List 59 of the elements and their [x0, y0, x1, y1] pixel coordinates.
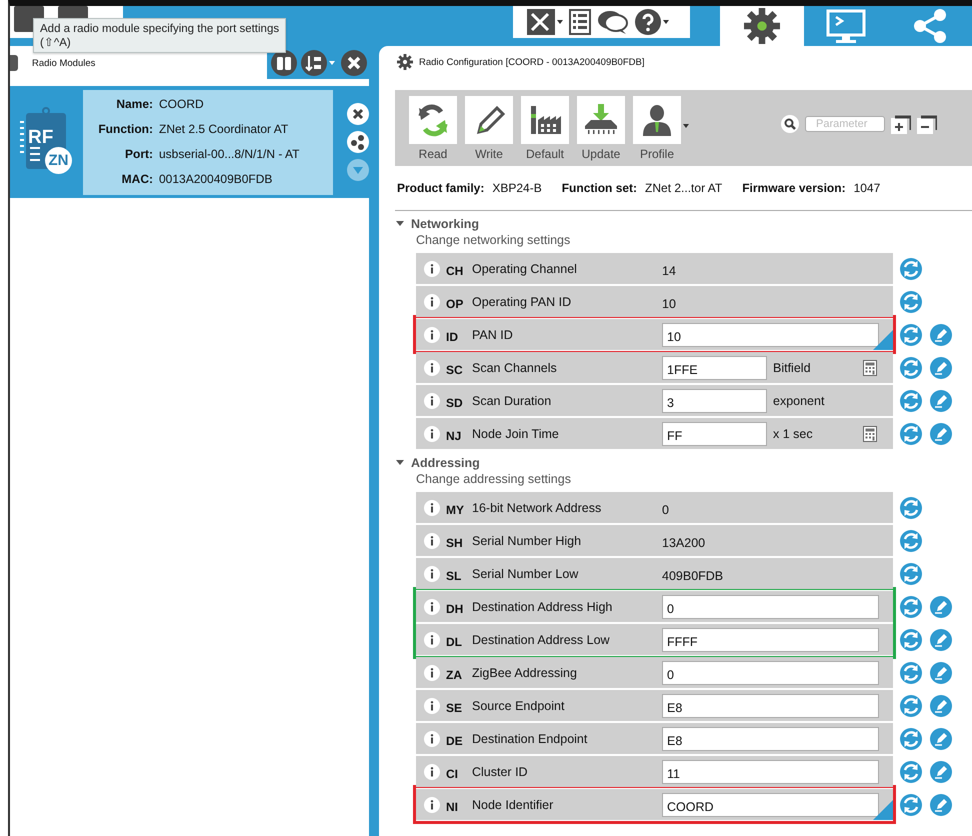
- parameter-code: SC: [446, 362, 464, 376]
- parameter-code: DH: [446, 602, 464, 616]
- field-label: Port:: [124, 146, 153, 163]
- parameter-name: Destination Address High: [472, 600, 614, 614]
- parameter-name: Source Endpoint: [472, 698, 566, 712]
- parameter-code: MY: [446, 502, 465, 516]
- parameter-name: PAN ID: [472, 328, 514, 342]
- field-value: 0013A200409B0FDB: [159, 171, 274, 188]
- parameter-name: ZigBee Addressing: [472, 666, 578, 680]
- field-label: MAC:: [120, 171, 153, 188]
- parameter-code: CH: [446, 264, 464, 278]
- panel-title: Radio Modules: [32, 58, 96, 68]
- parameter-value: 0: [662, 502, 669, 516]
- parameter-name: Scan Channels: [472, 360, 558, 374]
- parameter-name: Serial Number High: [472, 534, 582, 548]
- field-label: Function:: [97, 121, 153, 138]
- parameter-code: NI: [446, 800, 459, 814]
- parameter-code: SH: [446, 536, 464, 550]
- parameter-code: SL: [446, 568, 462, 582]
- parameter-name: Destination Address Low: [472, 632, 611, 646]
- field-label: Name:: [115, 96, 153, 113]
- parameter-code: DE: [446, 734, 464, 748]
- parameter-name: Operating PAN ID: [472, 294, 572, 308]
- parameter-code: DL: [446, 634, 463, 648]
- parameter-name: Operating Channel: [472, 262, 578, 276]
- field-value: COORD: [159, 96, 205, 113]
- parameter-value: 13A200: [662, 536, 706, 550]
- parameter-code: CI: [446, 766, 459, 780]
- tooltip: Add a radio module specifying the port settings (⇧^A): [33, 18, 286, 53]
- info-label: Firmware version:: [742, 181, 846, 195]
- unit-label: x 1 sec: [773, 426, 814, 440]
- section-subtitle: Change addressing settings: [416, 472, 572, 486]
- parameter-value: 10: [662, 296, 676, 310]
- parameter-value: 409B0FDB: [662, 568, 724, 582]
- unit-label: exponent: [773, 394, 826, 408]
- info-value: XBP24-B: [492, 181, 542, 195]
- parameter-name: Node Identifier: [472, 798, 554, 812]
- field-value: ZNet 2.5 Coordinator AT: [159, 121, 290, 138]
- parameter-name: Destination Endpoint: [472, 732, 588, 746]
- parameter-name: Cluster ID: [472, 764, 529, 778]
- parameter-value: 14: [662, 264, 676, 278]
- info-label: Function set:: [562, 181, 638, 195]
- parameter-code: NJ: [446, 428, 462, 442]
- field-value: usbserial-00...8/N/1/N - AT: [159, 146, 300, 163]
- parameter-code: ID: [446, 330, 459, 344]
- parameter-name: Scan Duration: [472, 394, 552, 408]
- info-value: ZNet 2...tor AT: [645, 181, 722, 195]
- unit-label: Bitfield: [773, 360, 812, 374]
- section-subtitle: Change networking settings: [416, 233, 572, 247]
- panel-title: Radio Configuration [COORD - 0013A200409B0FDB]: [419, 56, 644, 68]
- info-label: Product family:: [397, 181, 484, 195]
- parameter-code: SD: [446, 396, 464, 410]
- parameter-name: 16-bit Network Address: [472, 500, 602, 514]
- info-value: 1047: [854, 181, 880, 195]
- parameter-name: Node Join Time: [472, 426, 560, 440]
- parameter-name: Serial Number Low: [472, 566, 580, 580]
- parameter-code: OP: [446, 296, 464, 310]
- parameter-code: ZA: [446, 668, 463, 682]
- parameter-code: SE: [446, 700, 464, 714]
